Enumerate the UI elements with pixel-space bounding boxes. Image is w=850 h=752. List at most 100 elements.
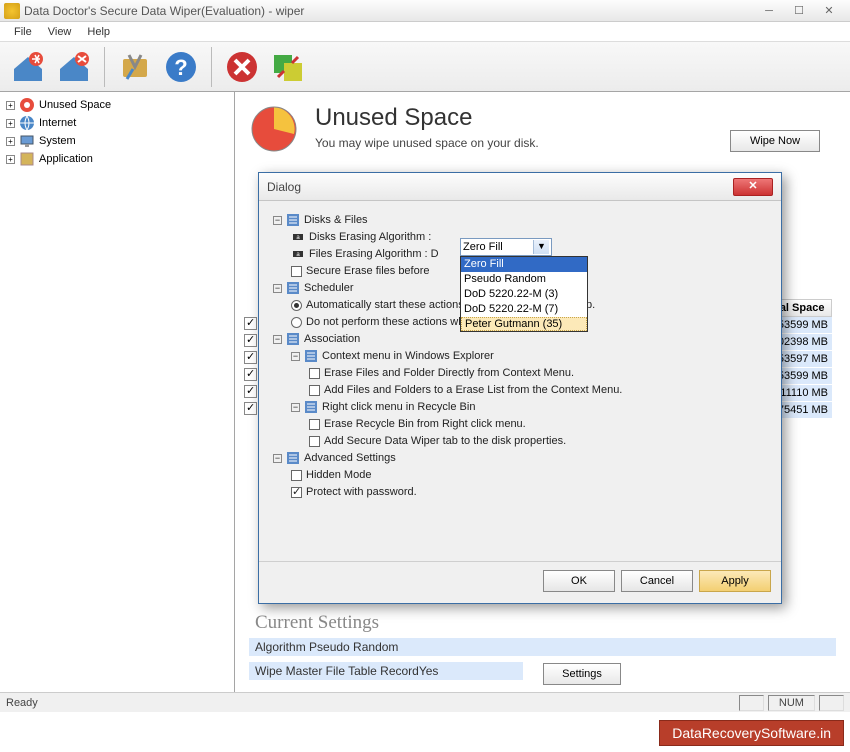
cancel-button[interactable]: Cancel: [621, 570, 693, 592]
expand-icon[interactable]: +: [6, 155, 15, 164]
tree-node-add-tab[interactable]: Add Secure Data Wiper tab to the disk pr…: [273, 433, 767, 449]
watermark: DataRecoverySoftware.in: [659, 720, 844, 746]
disk-checkbox[interactable]: [244, 385, 257, 398]
checkbox[interactable]: [291, 266, 302, 277]
expand-icon[interactable]: +: [6, 119, 15, 128]
tree-node-right-click[interactable]: −Right click menu in Recycle Bin: [273, 399, 767, 415]
combo-option[interactable]: DoD 5220.22-M (7): [461, 302, 587, 317]
disk-checkbox[interactable]: [244, 351, 257, 364]
combo-option[interactable]: Pseudo Random: [461, 272, 587, 287]
apply-button[interactable]: Apply: [699, 570, 771, 592]
tree-node-erase-bin[interactable]: Erase Recycle Bin from Right click menu.: [273, 416, 767, 432]
app-icon: [19, 151, 35, 167]
sidebar-item-unused-space[interactable]: + Unused Space: [4, 96, 230, 114]
checkbox[interactable]: [291, 470, 302, 481]
expand-icon[interactable]: +: [6, 101, 15, 110]
disk-check-column: [244, 317, 257, 419]
list-icon: [286, 451, 300, 465]
list-icon: [304, 349, 318, 363]
menu-help[interactable]: Help: [79, 24, 118, 40]
status-text: Ready: [6, 697, 38, 709]
disk-icon: [19, 97, 35, 113]
app-icon: [4, 3, 20, 19]
sidebar-label: System: [39, 135, 76, 147]
minimize-button[interactable]: ─: [760, 4, 778, 18]
toolbar-btn-stop[interactable]: [222, 47, 262, 87]
tree-node-disks-files[interactable]: −Disks & Files: [273, 212, 767, 228]
list-icon: [286, 281, 300, 295]
sidebar-label: Application: [39, 153, 93, 165]
toolbar-separator: [211, 47, 212, 87]
combo-option[interactable]: Zero Fill: [461, 257, 587, 272]
status-cell: [739, 695, 764, 711]
radio[interactable]: [291, 317, 302, 328]
combo-option[interactable]: DoD 5220.22-M (3): [461, 287, 587, 302]
checkbox[interactable]: [309, 385, 320, 396]
dialog-titlebar[interactable]: Dialog ✕: [259, 173, 781, 201]
window-controls: ─ ☐ ✕: [760, 4, 846, 18]
status-bar: Ready NUM: [0, 692, 850, 712]
combo-value: Zero Fill: [463, 241, 503, 253]
toolbar-btn-delete[interactable]: [54, 47, 94, 87]
radio[interactable]: [291, 300, 302, 311]
settings-dialog: Dialog ✕ −Disks & Files aDisks Erasing A…: [258, 172, 782, 604]
page-subtitle: You may wipe unused space on your disk.: [315, 136, 539, 150]
globe-icon: [19, 115, 35, 131]
unused-space-icon: [249, 104, 299, 154]
sidebar-label: Unused Space: [39, 99, 111, 111]
algorithm-dropdown: Zero Fill Pseudo Random DoD 5220.22-M (3…: [460, 256, 588, 332]
current-settings-label: Current Settings: [249, 614, 836, 632]
tree-node-advanced[interactable]: −Advanced Settings: [273, 450, 767, 466]
sidebar-item-application[interactable]: + Application: [4, 150, 230, 168]
dialog-title: Dialog: [267, 180, 733, 194]
page-title: Unused Space: [315, 104, 539, 132]
dialog-close-button[interactable]: ✕: [733, 178, 773, 196]
maximize-button[interactable]: ☐: [790, 4, 808, 18]
disk-checkbox[interactable]: [244, 402, 257, 415]
algorithm-combo[interactable]: Zero Fill ▼: [460, 238, 552, 256]
toolbar-btn-new[interactable]: [8, 47, 48, 87]
checkbox[interactable]: [309, 436, 320, 447]
sidebar-item-system[interactable]: + System: [4, 132, 230, 150]
menu-file[interactable]: File: [6, 24, 40, 40]
ok-button[interactable]: OK: [543, 570, 615, 592]
list-icon: [304, 400, 318, 414]
disk-checkbox[interactable]: [244, 334, 257, 347]
checkbox[interactable]: [291, 487, 302, 498]
disk-checkbox[interactable]: [244, 317, 257, 330]
checkbox[interactable]: [309, 419, 320, 430]
settings-button[interactable]: Settings: [543, 663, 621, 685]
window-titlebar: Data Doctor's Secure Data Wiper(Evaluati…: [0, 0, 850, 22]
list-icon: [286, 213, 300, 227]
disk-checkbox[interactable]: [244, 368, 257, 381]
tree-node-add-files[interactable]: Add Files and Folders to a Erase List fr…: [273, 382, 767, 398]
algorithm-row: Algorithm Pseudo Random: [249, 638, 836, 656]
sidebar-tree: + Unused Space + Internet + System + App…: [0, 92, 235, 702]
toolbar-btn-help[interactable]: ?: [161, 47, 201, 87]
menu-view[interactable]: View: [40, 24, 80, 40]
expand-icon[interactable]: +: [6, 137, 15, 146]
combo-option[interactable]: Peter Gutmann (35): [461, 317, 587, 331]
toolbar-btn-swap[interactable]: [268, 47, 308, 87]
list-icon: [286, 332, 300, 346]
chevron-down-icon[interactable]: ▼: [533, 240, 549, 254]
tree-node-association[interactable]: −Association: [273, 331, 767, 347]
status-cell: [819, 695, 844, 711]
tree-node-erase-direct[interactable]: Erase Files and Folder Directly from Con…: [273, 365, 767, 381]
close-button[interactable]: ✕: [820, 4, 838, 18]
toolbar: ?: [0, 42, 850, 92]
sidebar-label: Internet: [39, 117, 76, 129]
dialog-footer: OK Cancel Apply: [259, 561, 781, 599]
toolbar-separator: [104, 47, 105, 87]
monitor-icon: [19, 133, 35, 149]
tree-node-ctx-explorer[interactable]: −Context menu in Windows Explorer: [273, 348, 767, 364]
wipe-now-button[interactable]: Wipe Now: [730, 130, 820, 152]
toolbar-btn-settings[interactable]: [115, 47, 155, 87]
checkbox[interactable]: [309, 368, 320, 379]
sidebar-item-internet[interactable]: + Internet: [4, 114, 230, 132]
tree-node-hidden[interactable]: Hidden Mode: [273, 467, 767, 483]
tree-node-protect[interactable]: Protect with password.: [273, 484, 767, 500]
window-title: Data Doctor's Secure Data Wiper(Evaluati…: [24, 4, 760, 18]
status-num: NUM: [768, 695, 815, 711]
menu-bar: File View Help: [0, 22, 850, 42]
